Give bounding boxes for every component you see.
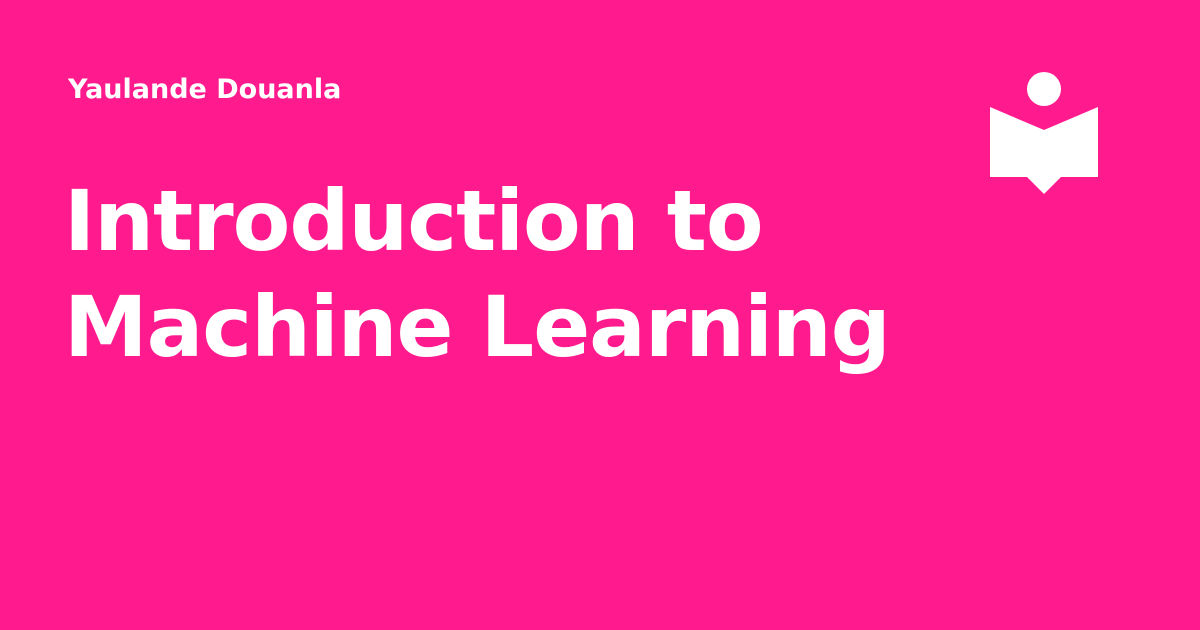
social-card: Yaulande Douanla Introduction to Machine… [0, 0, 1200, 630]
page-title: Introduction to Machine Learning [64, 168, 891, 380]
title-line-1: Introduction to [64, 172, 764, 270]
reader-book-icon [990, 72, 1098, 194]
author-name: Yaulande Douanla [68, 74, 342, 105]
title-line-2: Machine Learning [64, 278, 891, 376]
